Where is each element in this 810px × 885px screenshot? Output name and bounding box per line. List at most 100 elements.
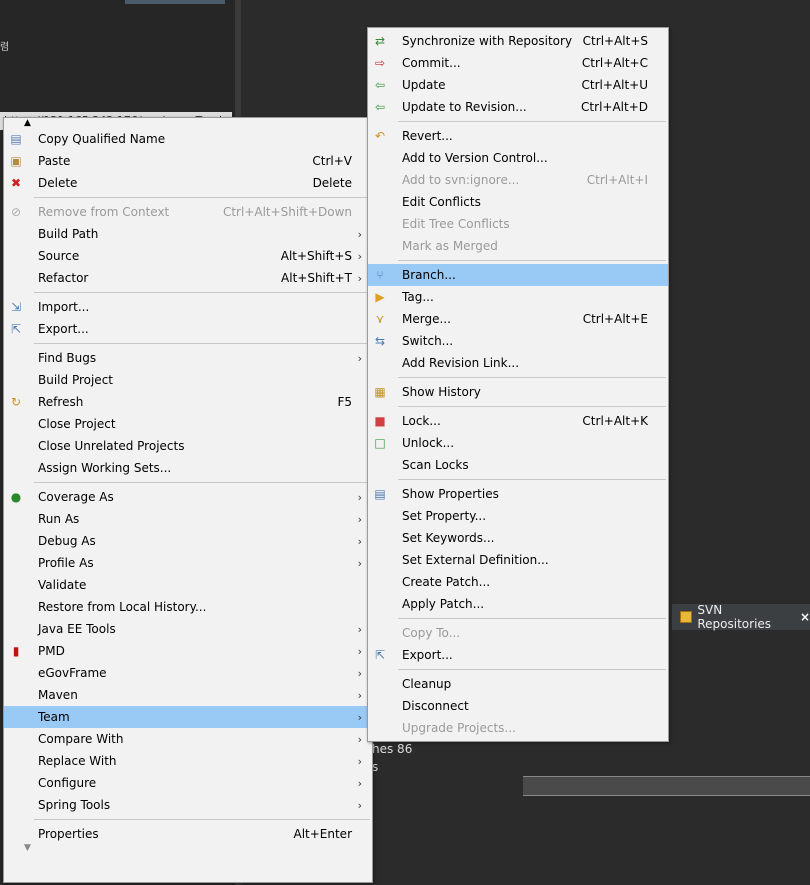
team-item-update-to-revision[interactable]: ⇦ Update to Revision... Ctrl+Alt+D bbox=[368, 96, 668, 118]
menu-scroll-up[interactable]: ▲ bbox=[4, 118, 372, 128]
menu-item-label: Java EE Tools bbox=[38, 622, 116, 636]
submenu-arrow-icon: › bbox=[357, 644, 362, 658]
menu-item-assign-working-sets[interactable]: Assign Working Sets... bbox=[4, 457, 372, 479]
menu-item-delete[interactable]: ✖ Delete Delete bbox=[4, 172, 372, 194]
team-item-update[interactable]: ⇦ Update Ctrl+Alt+U bbox=[368, 74, 668, 96]
menu-item-pmd[interactable]: ▮ PMD › bbox=[4, 640, 372, 662]
menu-item-egovframe[interactable]: eGovFrame › bbox=[4, 662, 372, 684]
team-item-add-to-version-control[interactable]: Add to Version Control... bbox=[368, 147, 668, 169]
menu-item-restore-from-local-history[interactable]: Restore from Local History... bbox=[4, 596, 372, 618]
menu-item-label: Disconnect bbox=[402, 699, 469, 713]
team-item-scan-locks[interactable]: Scan Locks bbox=[368, 454, 668, 476]
team-item-add-revision-link[interactable]: Add Revision Link... bbox=[368, 352, 668, 374]
menu-item-configure[interactable]: Configure › bbox=[4, 772, 372, 794]
team-item-create-patch[interactable]: Create Patch... bbox=[368, 571, 668, 593]
menu-item-label: Spring Tools bbox=[38, 798, 111, 812]
team-item-export[interactable]: ⇱ Export... bbox=[368, 644, 668, 666]
team-item-cleanup[interactable]: Cleanup bbox=[368, 673, 668, 695]
menu-item-label: Edit Tree Conflicts bbox=[402, 217, 510, 231]
team-item-lock[interactable]: ■ Lock... Ctrl+Alt+K bbox=[368, 410, 668, 432]
team-item-mark-as-merged[interactable]: Mark as Merged bbox=[368, 235, 668, 257]
menu-item-label: Compare With bbox=[38, 732, 124, 746]
menu-item-source[interactable]: Source Alt+Shift+S › bbox=[4, 245, 372, 267]
menu-item-validate[interactable]: Validate bbox=[4, 574, 372, 596]
menu-item-label: Properties bbox=[38, 827, 99, 841]
menu-item-label: Import... bbox=[38, 300, 90, 314]
svn-repositories-tab[interactable]: SVN Repositories × bbox=[672, 603, 810, 631]
submenu-arrow-icon: › bbox=[357, 622, 362, 636]
team-item-set-property[interactable]: Set Property... bbox=[368, 505, 668, 527]
menu-item-copy-qualified-name[interactable]: ▤ Copy Qualified Name bbox=[4, 128, 372, 150]
team-item-synchronize-with-repository[interactable]: ⇄ Synchronize with Repository Ctrl+Alt+S bbox=[368, 30, 668, 52]
team-item-upgrade-projects[interactable]: Upgrade Projects... bbox=[368, 717, 668, 739]
menu-item-build-path[interactable]: Build Path › bbox=[4, 223, 372, 245]
menu-item-label: Scan Locks bbox=[402, 458, 469, 472]
menu-item-run-as[interactable]: Run As › bbox=[4, 508, 372, 530]
team-item-set-keywords[interactable]: Set Keywords... bbox=[368, 527, 668, 549]
menu-scroll-down[interactable]: ▼ bbox=[4, 843, 372, 855]
menu-separator bbox=[398, 479, 666, 480]
menu-item-paste[interactable]: ▣ Paste Ctrl+V bbox=[4, 150, 372, 172]
menu-item-label: Update bbox=[402, 78, 446, 92]
submenu-arrow-icon: › bbox=[357, 351, 362, 365]
menu-item-shortcut: Ctrl+Alt+Shift+Down bbox=[222, 205, 352, 219]
team-item-show-properties[interactable]: ▤ Show Properties bbox=[368, 483, 668, 505]
submenu-arrow-icon: › bbox=[357, 534, 362, 548]
menu-item-label: Profile As bbox=[38, 556, 94, 570]
team-item-merge[interactable]: ⋎ Merge... Ctrl+Alt+E bbox=[368, 308, 668, 330]
menu-item-label: Update to Revision... bbox=[402, 100, 527, 114]
menu-item-label: Show History bbox=[402, 385, 481, 399]
menu-item-export[interactable]: ⇱ Export... bbox=[4, 318, 372, 340]
switch-icon: ⇆ bbox=[374, 334, 386, 348]
menu-item-find-bugs[interactable]: Find Bugs › bbox=[4, 347, 372, 369]
menu-item-label: Find Bugs bbox=[38, 351, 97, 365]
menu-item-maven[interactable]: Maven › bbox=[4, 684, 372, 706]
menu-separator bbox=[34, 197, 370, 198]
menu-item-label: Close Unrelated Projects bbox=[38, 439, 185, 453]
menu-separator bbox=[34, 343, 370, 344]
team-item-tag[interactable]: ▶ Tag... bbox=[368, 286, 668, 308]
menu-item-label: Debug As bbox=[38, 534, 96, 548]
team-item-apply-patch[interactable]: Apply Patch... bbox=[368, 593, 668, 615]
team-item-branch[interactable]: ⑂ Branch... bbox=[368, 264, 668, 286]
background-korean-text: 렴 bbox=[0, 42, 10, 53]
menu-item-close-project[interactable]: Close Project bbox=[4, 413, 372, 435]
menu-item-profile-as[interactable]: Profile As › bbox=[4, 552, 372, 574]
menu-item-properties[interactable]: Properties Alt+Enter bbox=[4, 823, 372, 845]
submenu-arrow-icon: › bbox=[357, 556, 362, 570]
menu-separator bbox=[398, 618, 666, 619]
menu-item-label: Coverage As bbox=[38, 490, 114, 504]
menu-item-import[interactable]: ⇲ Import... bbox=[4, 296, 372, 318]
team-item-add-to-svn-ignore[interactable]: Add to svn:ignore... Ctrl+Alt+I bbox=[368, 169, 668, 191]
menu-item-coverage-as[interactable]: ● Coverage As › bbox=[4, 486, 372, 508]
menu-separator bbox=[398, 377, 666, 378]
team-item-copy-to[interactable]: Copy To... bbox=[368, 622, 668, 644]
menu-item-refresh[interactable]: ↻ Refresh F5 bbox=[4, 391, 372, 413]
team-item-revert[interactable]: ↶ Revert... bbox=[368, 125, 668, 147]
team-item-unlock[interactable]: □ Unlock... bbox=[368, 432, 668, 454]
team-item-edit-conflicts[interactable]: Edit Conflicts bbox=[368, 191, 668, 213]
menu-item-refactor[interactable]: Refactor Alt+Shift+T › bbox=[4, 267, 372, 289]
menu-item-debug-as[interactable]: Debug As › bbox=[4, 530, 372, 552]
submenu-arrow-icon: › bbox=[357, 666, 362, 680]
close-icon[interactable]: × bbox=[800, 610, 810, 624]
menu-item-remove-from-context[interactable]: ⊘ Remove from Context Ctrl+Alt+Shift+Down bbox=[4, 201, 372, 223]
submenu-arrow-icon: › bbox=[357, 732, 362, 746]
menu-item-java-ee-tools[interactable]: Java EE Tools › bbox=[4, 618, 372, 640]
team-item-edit-tree-conflicts[interactable]: Edit Tree Conflicts bbox=[368, 213, 668, 235]
menu-item-build-project[interactable]: Build Project bbox=[4, 369, 372, 391]
menu-item-label: Team bbox=[38, 710, 70, 724]
menu-item-label: Refresh bbox=[38, 395, 84, 409]
team-item-commit[interactable]: ⇨ Commit... Ctrl+Alt+C bbox=[368, 52, 668, 74]
unlock-icon: □ bbox=[374, 436, 386, 450]
menu-item-label: Lock... bbox=[402, 414, 441, 428]
menu-item-compare-with[interactable]: Compare With › bbox=[4, 728, 372, 750]
menu-item-team[interactable]: Team › bbox=[4, 706, 372, 728]
team-item-disconnect[interactable]: Disconnect bbox=[368, 695, 668, 717]
team-item-switch[interactable]: ⇆ Switch... bbox=[368, 330, 668, 352]
menu-item-spring-tools[interactable]: Spring Tools › bbox=[4, 794, 372, 816]
menu-item-close-unrelated-projects[interactable]: Close Unrelated Projects bbox=[4, 435, 372, 457]
menu-item-replace-with[interactable]: Replace With › bbox=[4, 750, 372, 772]
team-item-show-history[interactable]: ▦ Show History bbox=[368, 381, 668, 403]
team-item-set-external-definition[interactable]: Set External Definition... bbox=[368, 549, 668, 571]
